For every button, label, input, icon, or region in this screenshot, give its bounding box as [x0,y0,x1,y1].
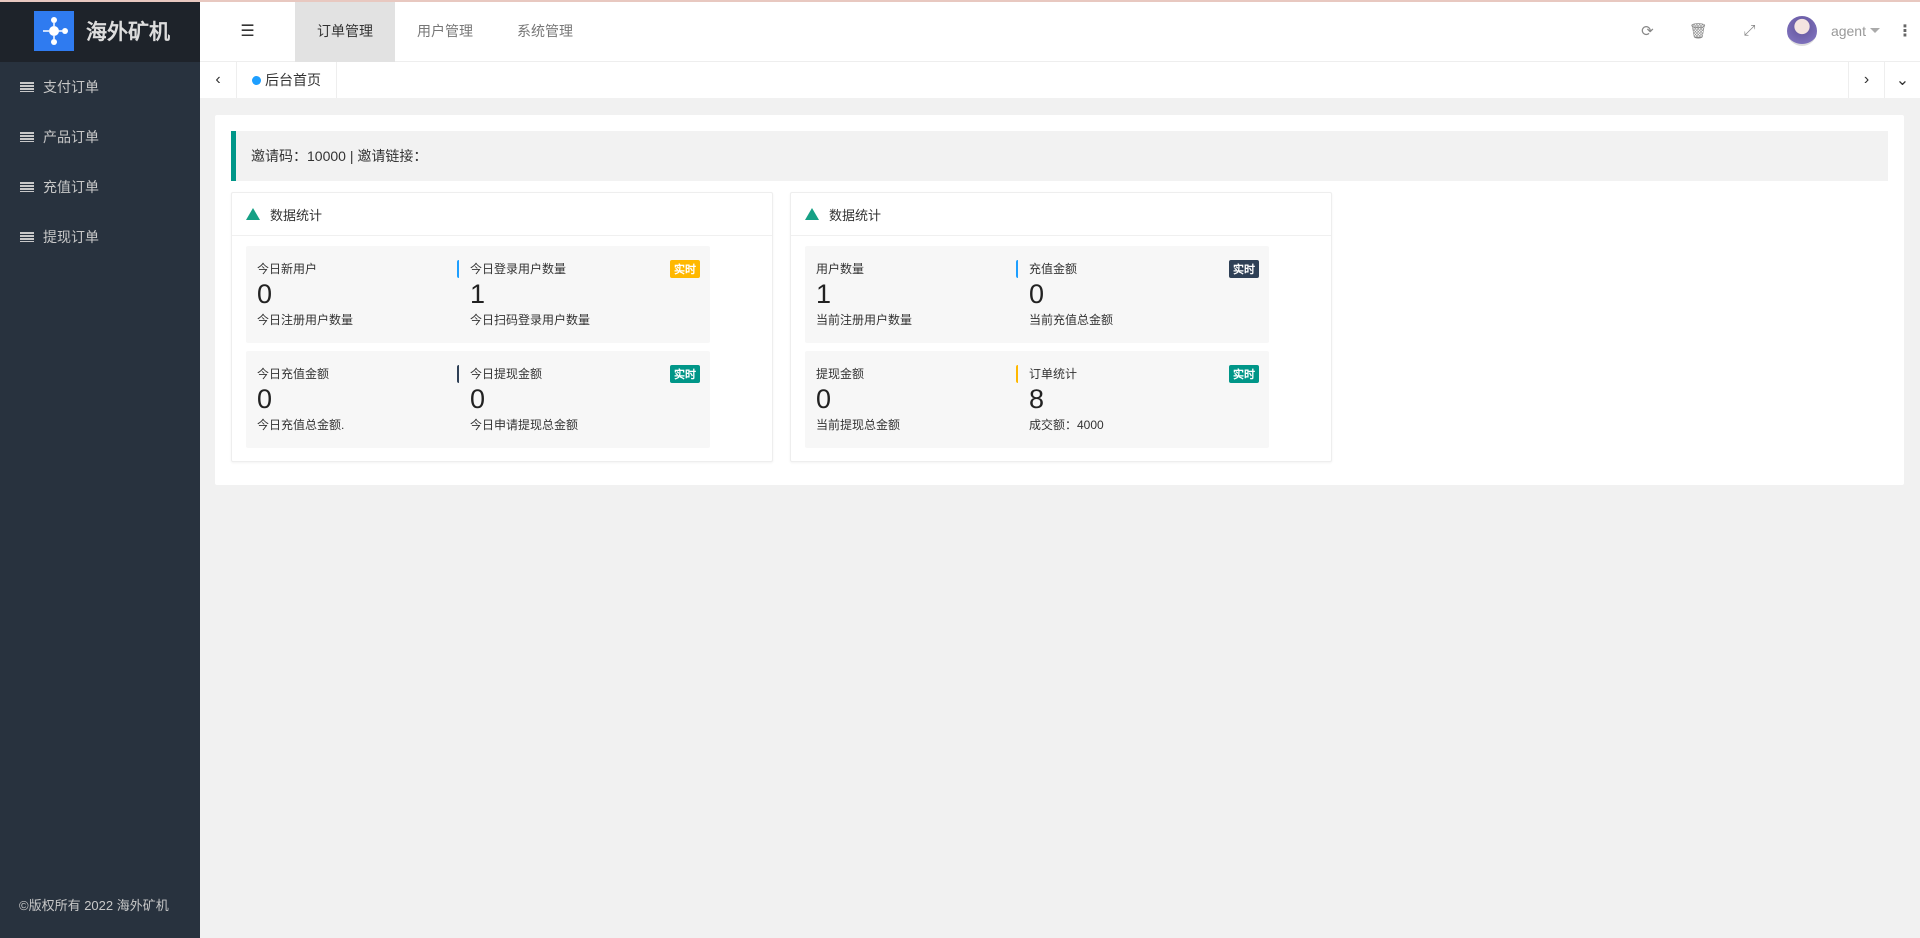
more-icon[interactable]: ⋮ [1890,21,1920,41]
header-tab[interactable]: 系统管理 [495,0,595,62]
tabs-scroll-right-icon[interactable]: › [1848,62,1884,98]
stat-value: 1 [816,279,1045,309]
sidebar-item-label: 提现订单 [43,227,99,247]
sidebar-item[interactable]: 充值订单 [0,162,200,212]
stat-desc: 今日扫码登录用户数量 [470,311,699,328]
sidebar-item[interactable]: 产品订单 [0,112,200,162]
stat-value: 0 [1029,279,1258,309]
stat-desc: 当前提现总金额 [816,416,1045,433]
list-icon [20,82,34,92]
stat-cell: 订单统计 实时 8 成交额：4000 [1018,351,1269,448]
stat-title: 今日登录用户数量 [470,260,699,277]
logo-icon [34,11,74,51]
stat-title: 订单统计 [1029,365,1258,382]
sidebar: 海外矿机 支付订单产品订单充值订单提现订单 ©版权所有 2022 海外矿机 [0,0,200,938]
active-dot-icon [252,76,261,85]
trash-icon[interactable]: 🗑 [1673,22,1724,40]
sidebar-item[interactable]: 支付订单 [0,62,200,112]
username: agent [1831,23,1866,39]
copyright: ©版权所有 2022 海外矿机 [19,895,169,914]
stat-desc: 当前充值总金额 [1029,311,1258,328]
fullscreen-icon[interactable]: ⤢ [1724,22,1775,39]
warning-icon [805,208,819,220]
stat-cell: 今日登录用户数量 实时 1 今日扫码登录用户数量 [459,246,710,343]
stat-desc: 成交额：4000 [1029,416,1258,433]
list-icon [20,232,34,242]
stat-title: 提现金额 [816,365,1045,382]
stats-panel: 数据统计 今日新用户 实时 0 今日注册用户数量 今日登录用户数量 实时 1 今… [231,192,773,462]
panel-title: 数据统计 [270,205,322,224]
stat-value: 0 [816,384,1045,414]
tab-bar: ‹ 后台首页 › ⌄ [200,62,1920,98]
tabs-scroll-left-icon[interactable]: ‹ [200,62,237,98]
collapse-menu-icon[interactable]: ☰ [200,21,295,41]
invite-info: 邀请码：10000 | 邀请链接： [231,131,1888,181]
stat-desc: 当前注册用户数量 [816,311,1045,328]
stat-value: 0 [257,384,486,414]
sidebar-item-label: 产品订单 [43,127,99,147]
header: ☰ 订单管理用户管理系统管理 ⟳ 🗑 ⤢ agent ⋮ [200,0,1920,62]
stat-desc: 今日充值总金额. [257,416,486,433]
realtime-badge: 实时 [1229,365,1259,383]
stat-desc: 今日申请提现总金额 [470,416,699,433]
app-title: 海外矿机 [86,16,170,46]
tabs-menu-chevron-down-icon[interactable]: ⌄ [1884,62,1920,98]
top-border [0,0,1920,2]
panel-title: 数据统计 [829,205,881,224]
stat-value: 8 [1029,384,1258,414]
stat-cell: 今日提现金额 实时 0 今日申请提现总金额 [459,351,710,448]
avatar[interactable] [1787,16,1817,46]
dashboard-card: 邀请码：10000 | 邀请链接： 数据统计 今日新用户 实时 0 今日注册用户… [215,115,1904,485]
realtime-badge: 实时 [670,260,700,278]
sidebar-item-label: 充值订单 [43,177,99,197]
user-menu[interactable]: agent [1831,23,1880,39]
sidebar-item-label: 支付订单 [43,77,99,97]
warning-icon [246,208,260,220]
stat-title: 今日充值金额 [257,365,486,382]
logo[interactable]: 海外矿机 [0,0,200,62]
list-icon [20,182,34,192]
list-icon [20,132,34,142]
header-tab[interactable]: 订单管理 [295,0,395,62]
tab-home[interactable]: 后台首页 [237,62,337,98]
sidebar-item[interactable]: 提现订单 [0,212,200,262]
tab-label: 后台首页 [265,70,321,90]
stats-panel: 数据统计 用户数量 实时 1 当前注册用户数量 充值金额 实时 0 当前充值总金… [790,192,1332,462]
realtime-badge: 实时 [670,365,700,383]
stat-value: 0 [470,384,699,414]
stat-title: 用户数量 [816,260,1045,277]
caret-down-icon [1870,28,1880,38]
stat-desc: 今日注册用户数量 [257,311,486,328]
stat-title: 今日提现金额 [470,365,699,382]
realtime-badge: 实时 [1229,260,1259,278]
refresh-icon[interactable]: ⟳ [1622,22,1673,40]
stat-value: 1 [470,279,699,309]
header-tab[interactable]: 用户管理 [395,0,495,62]
stat-value: 0 [257,279,486,309]
stat-cell: 充值金额 实时 0 当前充值总金额 [1018,246,1269,343]
stat-title: 今日新用户 [257,260,486,277]
stat-title: 充值金额 [1029,260,1258,277]
